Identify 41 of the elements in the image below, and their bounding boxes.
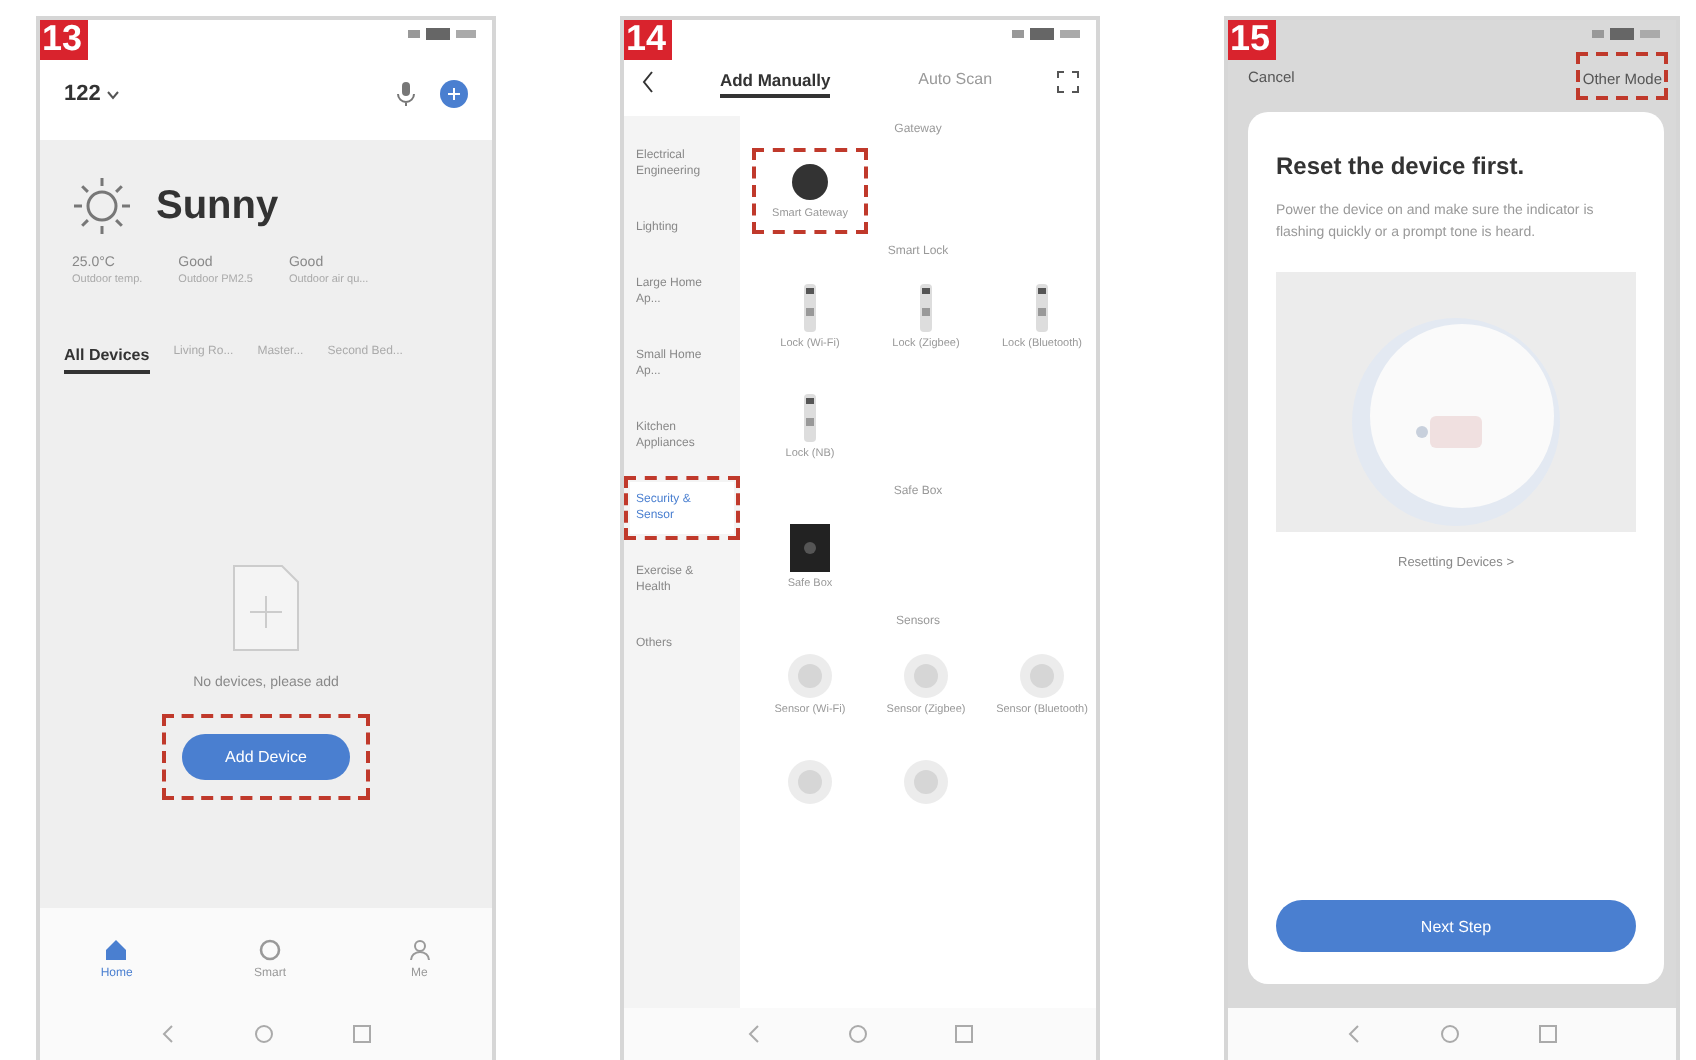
empty-document-icon	[232, 563, 300, 651]
safe-box-icon	[790, 524, 830, 572]
sensor-icon	[788, 760, 832, 804]
round-device-icon	[790, 162, 830, 202]
status-icons	[1592, 28, 1660, 40]
status-icons	[1012, 28, 1080, 40]
home-selector[interactable]: 122	[64, 82, 101, 106]
sun-icon	[72, 176, 132, 236]
sensor-icon	[788, 654, 832, 698]
home-icon[interactable]	[847, 1024, 868, 1044]
mode-tab[interactable]: Auto Scan	[918, 66, 993, 98]
next-step-button[interactable]: Next Step	[1276, 900, 1636, 952]
mode-tab[interactable]: Add Manually	[719, 66, 831, 98]
door-lock-icon	[1036, 284, 1048, 332]
door-lock-icon	[804, 394, 816, 442]
home-icon[interactable]	[1439, 1024, 1460, 1044]
status-icons	[408, 28, 476, 40]
door-lock-icon	[804, 284, 816, 332]
step-number: 15	[1228, 20, 1277, 60]
step-number: 13	[40, 20, 89, 60]
sensor-icon	[1020, 654, 1064, 698]
chevron-down-icon[interactable]	[106, 89, 121, 99]
dialog-title: Reset the device first.	[1276, 152, 1527, 180]
sensor-icon	[904, 654, 948, 698]
recents-icon[interactable]	[352, 1024, 373, 1044]
step-number: 14	[624, 20, 673, 60]
circle-icon	[258, 937, 282, 961]
scan-icon[interactable]	[1056, 70, 1080, 94]
door-lock-icon	[920, 284, 932, 332]
back-icon[interactable]	[640, 70, 656, 94]
sensor-icon	[904, 760, 948, 804]
add-icon[interactable]	[440, 80, 468, 108]
add-device-button[interactable]: Add Device	[181, 733, 351, 779]
house-icon	[104, 937, 129, 961]
weather-condition: Sunny	[156, 183, 279, 229]
recents-icon[interactable]	[953, 1024, 974, 1044]
recents-icon[interactable]	[1537, 1024, 1558, 1044]
room-tab[interactable]: All Devices	[64, 346, 150, 374]
home-icon[interactable]	[253, 1024, 274, 1044]
person-icon	[407, 937, 432, 961]
microphone-icon[interactable]	[396, 82, 416, 106]
